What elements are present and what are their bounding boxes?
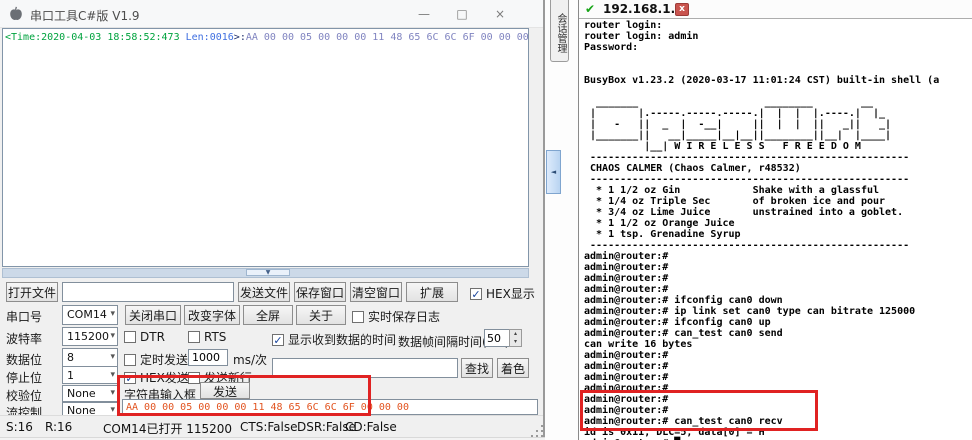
baud-combo[interactable]: 115200 ▾ — [62, 327, 118, 346]
status-bar: S:16 R:16 COM14已打开 115200 CTS:False DSR:… — [0, 415, 543, 437]
app-icon — [8, 6, 24, 22]
spin-up-button[interactable]: ▴ — [510, 330, 521, 338]
session-manager-tab[interactable]: 会话管理 — [550, 0, 569, 62]
combo-value: COM14 — [67, 308, 107, 321]
parity-combo[interactable]: None ▾ — [62, 385, 118, 402]
stopbits-combo[interactable]: 1 ▾ — [62, 366, 118, 384]
chevron-down-icon: ▾ — [110, 370, 115, 380]
chevron-down-icon: ▾ — [110, 405, 115, 415]
status-cd: CD:False — [345, 420, 397, 434]
chevron-down-icon: ▾ — [110, 309, 115, 319]
hex-send-checkbox[interactable]: ✓ HEX发送 — [124, 369, 189, 386]
chevron-down-icon: ▾ — [110, 352, 115, 362]
open-file-button[interactable]: 打开文件 — [6, 282, 58, 302]
connected-check-icon: ✔ — [585, 2, 596, 16]
receive-time: <Time:2020-04-03 18:58:52:473 — [5, 32, 186, 43]
status-sent: S:16 — [6, 420, 33, 434]
checkbox-check-icon: ✓ — [352, 310, 364, 323]
terminal-tab-title[interactable]: 192.168.1.1 — [603, 2, 683, 16]
databits-combo[interactable]: 8 ▾ — [62, 348, 118, 367]
checkbox-label: HEX显示 — [486, 287, 535, 301]
checkbox-check-icon: ✓ — [272, 333, 284, 347]
interval-field[interactable] — [188, 349, 228, 366]
send-file-button[interactable]: 发送文件 — [238, 282, 290, 302]
chevron-down-icon: ▾ — [110, 388, 115, 398]
receive-len: Len:0016 — [185, 32, 234, 43]
window-title: 串口工具C#版 V1.9 — [30, 9, 140, 23]
terminal-tab-close-button[interactable]: x — [675, 3, 689, 16]
hex-input-field[interactable] — [122, 399, 538, 415]
interval-unit-label: ms/次 — [233, 353, 267, 367]
spin-down-button[interactable]: ▾ — [510, 338, 521, 346]
serial-titlebar: 串口工具C#版 V1.9 — □ × — [0, 0, 543, 28]
receive-separator: >: — [233, 32, 246, 43]
dtr-checkbox[interactable]: ✓ DTR — [124, 330, 165, 344]
stopbits-label: 停止位 — [6, 371, 43, 385]
file-path-field[interactable] — [62, 282, 234, 302]
receive-data: AA 00 00 05 00 00 00 11 48 65 6C 6C 6F 0… — [245, 32, 529, 43]
combo-value: 115200 — [67, 330, 109, 343]
clear-window-button[interactable]: 清空窗口 — [350, 282, 402, 302]
send-button[interactable]: 发送 — [200, 382, 250, 399]
checkbox-check-icon: ✓ — [188, 331, 200, 343]
databits-label: 数据位 — [6, 353, 43, 367]
port-combo[interactable]: COM14 ▾ — [62, 305, 118, 325]
combo-value: None — [67, 387, 96, 400]
checkbox-label: RTS — [204, 330, 227, 344]
rts-checkbox[interactable]: ✓ RTS — [188, 330, 226, 344]
baud-label: 波特率 — [6, 332, 43, 346]
checkbox-check-icon: ✓ — [188, 371, 200, 384]
close-port-button[interactable]: 关闭串口 — [125, 305, 181, 325]
terminal-window: ✔ 192.168.1.1 x router login: router log… — [578, 0, 972, 440]
receive-line: <Time:2020-04-03 18:58:52:473 Len:0016>:… — [3, 29, 528, 46]
frame-interval-spinner[interactable] — [484, 329, 510, 347]
terminal-output[interactable]: router login: router login: admin Passwo… — [584, 20, 939, 440]
checkbox-check-icon: ✓ — [470, 287, 482, 301]
status-port: COM14已打开 115200 — [103, 422, 233, 436]
checkbox-check-icon: ✓ — [124, 371, 136, 385]
checkbox-label: 定时发送 — [140, 353, 189, 367]
screen: 串口工具C#版 V1.9 — □ × <Time:2020-04-03 18:5… — [0, 0, 972, 440]
checkbox-check-icon: ✓ — [124, 353, 136, 366]
minimize-button[interactable]: — — [410, 4, 438, 24]
checkbox-label: HEX发送 — [140, 371, 189, 385]
maximize-button[interactable]: □ — [448, 4, 476, 24]
timed-send-checkbox[interactable]: ✓ 定时发送 — [124, 351, 188, 368]
change-font-button[interactable]: 改变字体 — [184, 305, 240, 325]
receive-area[interactable]: <Time:2020-04-03 18:58:52:473 Len:0016>:… — [2, 28, 529, 267]
spinner-buttons[interactable]: ▴ ▾ — [509, 329, 522, 347]
save-window-button[interactable]: 保存窗口 — [294, 282, 346, 302]
checkbox-check-icon: ✓ — [124, 331, 136, 343]
splitter-collapse-button[interactable]: ▼ — [246, 269, 290, 276]
combo-value: 8 — [67, 351, 74, 364]
control-panel: 打开文件 发送文件 保存窗口 清空窗口 扩展 ✓ HEX显示 串口号 COM14… — [0, 278, 543, 420]
chevron-down-icon: ▾ — [110, 331, 115, 341]
expand-button[interactable]: 扩展 — [406, 282, 458, 302]
hex-display-checkbox[interactable]: ✓ HEX显示 — [470, 285, 535, 302]
terminal-tabbar[interactable]: ✔ 192.168.1.1 x — [579, 0, 972, 19]
parity-label: 校验位 — [6, 389, 43, 403]
port-label: 串口号 — [6, 310, 43, 324]
about-button[interactable]: 关于 — [296, 305, 346, 325]
combo-value: 1 — [67, 369, 74, 382]
panel-collapse-button[interactable]: ◄ — [546, 150, 561, 194]
checkbox-label: DTR — [140, 330, 165, 344]
close-button[interactable]: × — [486, 4, 514, 24]
session-panel-strip: 会话管理 ◄ — [545, 0, 578, 440]
save-log-checkbox[interactable]: ✓ 实时保存日志 — [352, 308, 440, 325]
find-field[interactable] — [272, 358, 458, 378]
checkbox-label: 实时保存日志 — [368, 310, 441, 324]
status-received: R:16 — [45, 420, 73, 434]
serial-tool-window: 串口工具C#版 V1.9 — □ × <Time:2020-04-03 18:5… — [0, 0, 545, 440]
resize-grip[interactable] — [536, 430, 538, 432]
status-cts: CTS:False — [240, 420, 298, 434]
splitter[interactable]: ▼ — [2, 268, 529, 278]
fullscreen-button[interactable]: 全屏 — [243, 305, 293, 325]
show-time-checkbox[interactable]: ✓ 显示收到数据的时间 — [272, 331, 396, 348]
colorize-button[interactable]: 着色 — [497, 358, 529, 378]
checkbox-label: 显示收到数据的时间 — [288, 333, 397, 347]
find-button[interactable]: 查找 — [461, 358, 493, 378]
